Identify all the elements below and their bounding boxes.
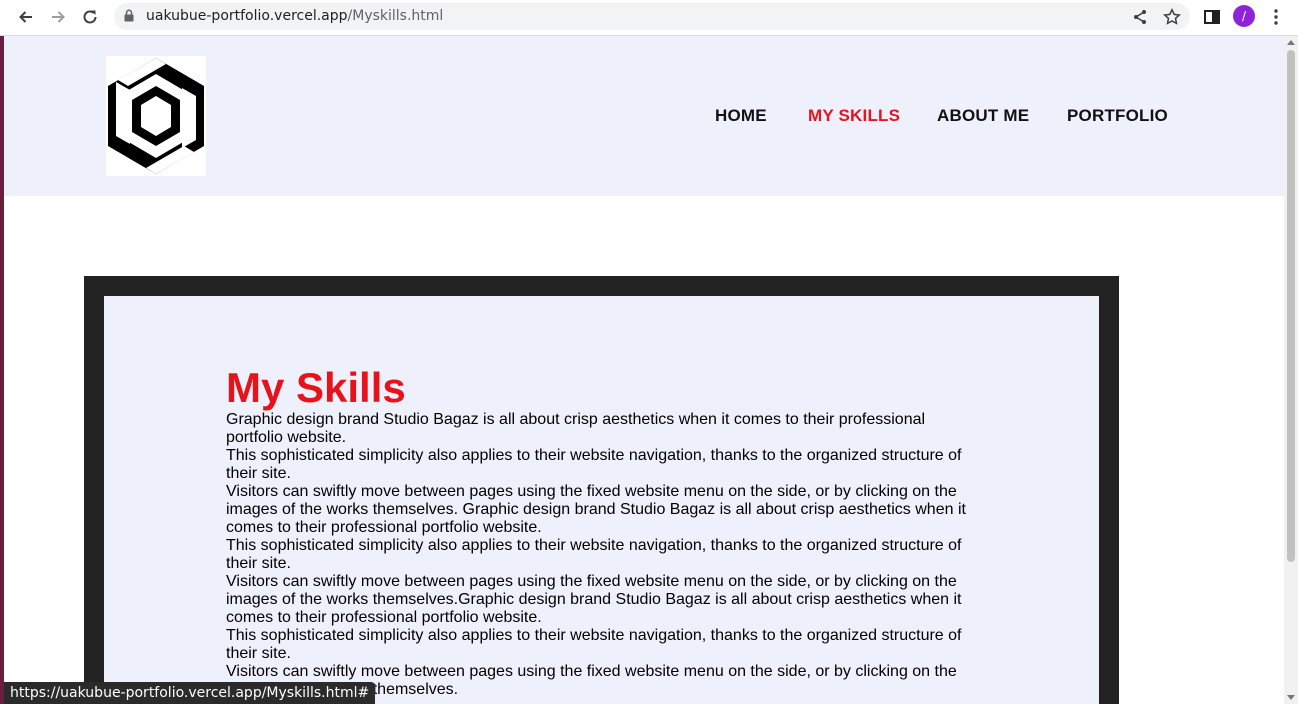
back-arrow-icon[interactable] <box>15 6 37 28</box>
menu-dots-icon[interactable] <box>1265 6 1287 28</box>
forward-arrow-icon[interactable] <box>47 6 69 28</box>
skills-panel: My Skills Graphic design brand Studio Ba… <box>104 296 1099 704</box>
paragraph: Graphic design brand Studio Bagaz is all… <box>226 411 926 446</box>
bookmark-star-icon[interactable] <box>1161 6 1183 28</box>
browser-toolbar: uakubue-portfolio.vercel.app/Myskills.ht… <box>0 0 1298 36</box>
scroll-up-arrow-icon[interactable] <box>1287 40 1295 45</box>
profile-avatar[interactable]: / <box>1233 5 1255 27</box>
url-text[interactable]: uakubue-portfolio.vercel.app/Myskills.ht… <box>146 8 443 24</box>
page-title: My Skills <box>226 364 406 411</box>
paragraph: Visitors can swiftly move between pages … <box>226 483 966 536</box>
url-host: uakubue-portfolio.vercel.app <box>146 8 348 24</box>
nav-about-me[interactable]: ABOUT ME <box>937 106 1029 126</box>
scroll-down-arrow-icon[interactable] <box>1287 695 1295 700</box>
nav-home[interactable]: HOME <box>715 106 767 126</box>
nav-my-skills[interactable]: MY SKILLS <box>808 106 900 126</box>
paragraph: This sophisticated simplicity also appli… <box>226 447 962 482</box>
paragraph: This sophisticated simplicity also appli… <box>226 627 962 662</box>
scroll-thumb[interactable] <box>1287 50 1295 562</box>
share-icon[interactable] <box>1129 6 1151 28</box>
address-bar[interactable]: uakubue-portfolio.vercel.app/Myskills.ht… <box>114 3 1190 30</box>
reload-icon[interactable] <box>79 6 101 28</box>
paragraph: This sophisticated simplicity also appli… <box>226 537 962 572</box>
link-status-bar: https://uakubue-portfolio.vercel.app/Mys… <box>4 682 376 704</box>
nav-portfolio[interactable]: PORTFOLIO <box>1067 106 1168 126</box>
hexagon-logo-icon[interactable] <box>106 56 206 176</box>
url-path: /Myskills.html <box>347 8 444 24</box>
page-viewport: HOME MY SKILLS ABOUT ME PORTFOLIO My Ski… <box>4 36 1284 704</box>
skills-frame: My Skills Graphic design brand Studio Ba… <box>84 276 1119 704</box>
skills-description: Graphic design brand Studio Bagaz is all… <box>226 411 971 699</box>
paragraph: Visitors can swiftly move between pages … <box>226 573 962 626</box>
site-header: HOME MY SKILLS ABOUT ME PORTFOLIO <box>4 36 1284 196</box>
vertical-scrollbar[interactable] <box>1284 36 1298 704</box>
side-panel-icon[interactable] <box>1201 6 1223 28</box>
lock-icon[interactable] <box>124 9 134 27</box>
